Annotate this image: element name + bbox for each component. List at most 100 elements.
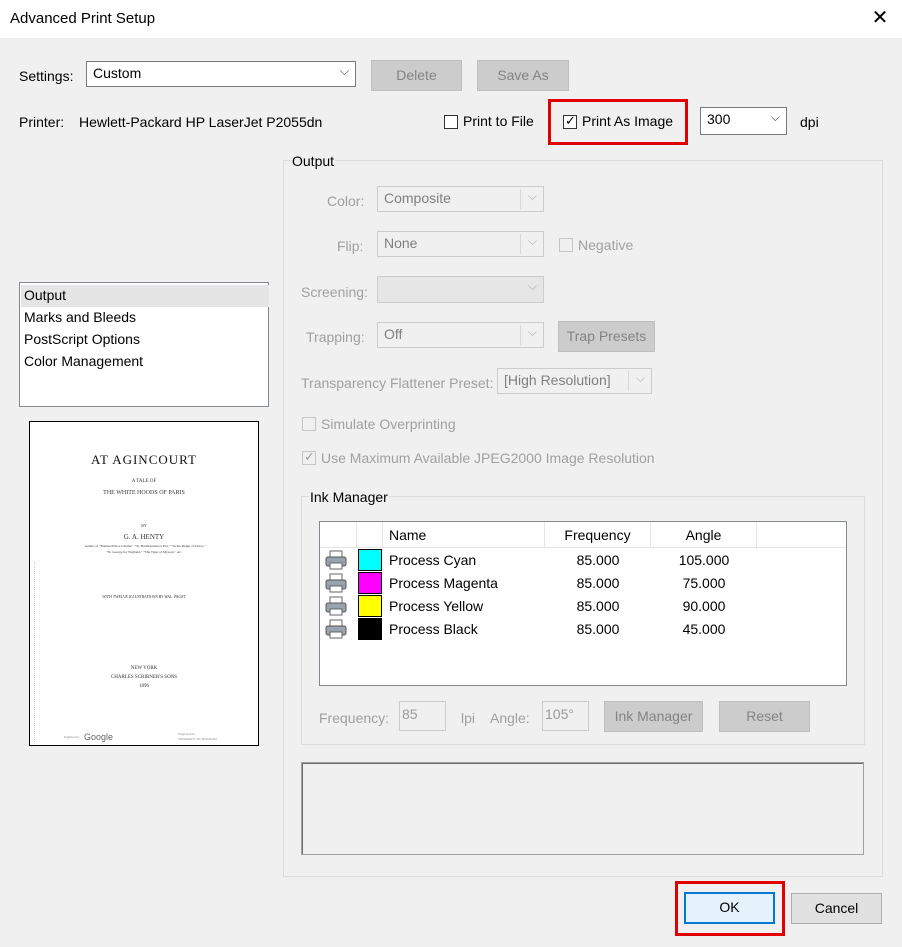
ink-col-frequency[interactable]: Frequency (545, 522, 651, 548)
frequency-field[interactable]: 85 (399, 701, 446, 731)
chevron-down-icon: ⌵ (635, 371, 645, 385)
ink-col-name[interactable]: Name (383, 522, 545, 548)
ink-frequency: 85.000 (576, 552, 620, 568)
ink-frequency: 85.000 (576, 621, 620, 637)
screening-label: Screening: (301, 284, 368, 300)
ink-swatch (358, 595, 382, 617)
ink-row[interactable]: Process Cyan 85.000 105.000 (320, 549, 846, 572)
preview-author: G. A. HENTY (123, 533, 165, 541)
preview-year: 1896 (139, 684, 149, 689)
jpeg2000-checkbox[interactable]: ✓ (302, 449, 316, 465)
nav-item-color-management[interactable]: Color Management (24, 351, 269, 373)
settings-value: Custom (93, 65, 142, 81)
screening-dropdown[interactable]: ⌵ (377, 276, 544, 303)
ink-swatch (358, 572, 382, 594)
dpi-dropdown[interactable]: 300 ⌵ (700, 107, 787, 135)
ink-row[interactable]: Process Black 85.000 45.000 (320, 618, 846, 641)
ink-col-icon (320, 522, 357, 548)
checkmark-icon: ✓ (304, 449, 315, 464)
print-to-file-label: Print to File (463, 113, 534, 129)
preview-margin-mark (34, 562, 39, 742)
preview-by: BY (141, 523, 147, 528)
ink-manager-group-label: Ink Manager (309, 489, 389, 505)
flip-label: Flip: (337, 238, 364, 254)
chevron-down-icon: ⌵ (527, 234, 537, 248)
ink-angle: 105.000 (678, 552, 730, 568)
color-value: Composite (384, 190, 451, 206)
nav-item-output[interactable]: Output (21, 285, 269, 307)
description-box (301, 762, 864, 855)
simulate-overprinting-label: Simulate Overprinting (321, 416, 456, 432)
transparency-flattener-dropdown[interactable]: [High Resolution] ⌵ (497, 368, 652, 394)
preview-subtitle2: THE WHITE HOODS OF PARIS (103, 490, 185, 496)
ink-angle: 90.000 (682, 598, 726, 614)
chevron-down-icon: ⌵ (339, 64, 349, 78)
ink-swatch (358, 549, 382, 571)
trap-presets-button[interactable]: Trap Presets (558, 321, 655, 352)
ink-row[interactable]: Process Magenta 85.000 75.000 (320, 572, 846, 595)
settings-label: Settings: (19, 68, 74, 84)
ink-col-angle[interactable]: Angle (651, 522, 757, 548)
trapping-label: Trapping: (306, 329, 365, 345)
negative-checkbox[interactable] (559, 238, 573, 252)
close-icon[interactable]: ✕ (868, 6, 892, 30)
printer-icon (325, 550, 347, 570)
preview-library1: Original from (178, 732, 196, 736)
ink-row[interactable]: Process Yellow 85.000 90.000 (320, 595, 846, 618)
printer-icon (325, 596, 347, 616)
print-to-file-checkbox[interactable] (444, 115, 458, 129)
delete-button[interactable]: Delete (371, 60, 462, 91)
ink-name: Process Yellow (389, 598, 484, 614)
dpi-label: dpi (800, 114, 819, 130)
print-as-image-label: Print As Image (582, 113, 674, 129)
ink-manager-button[interactable]: Ink Manager (604, 701, 703, 732)
title-bar: Advanced Print Setup ✕ (0, 0, 902, 38)
printer-label: Printer: (19, 114, 65, 130)
ink-table: Name Frequency Angle Process Cyan 85.000… (319, 521, 847, 686)
preview-publisher: CHARLES SCRIBNER'S SONS (110, 675, 178, 680)
checkmark-icon: ✓ (565, 113, 576, 128)
preview-google-prefix: Digitized by (64, 735, 80, 739)
nav-item-marks-and-bleeds[interactable]: Marks and Bleeds (24, 307, 269, 329)
simulate-overprinting-checkbox[interactable] (302, 417, 316, 431)
flip-value: None (384, 235, 418, 251)
chevron-down-icon: ⌵ (527, 325, 537, 339)
angle-field[interactable]: 105° (542, 701, 589, 731)
section-list: Output Marks and Bleeds PostScript Optio… (19, 282, 269, 407)
preview-author-line1: Author of "Bonnie Prince Charlie," "St. … (84, 544, 206, 548)
page-preview: AT AGINCOURT A TALE OF THE WHITE HOODS O… (29, 421, 259, 746)
preview-title: AT AGINCOURT (91, 452, 197, 467)
settings-dropdown[interactable]: Custom ⌵ (86, 61, 356, 87)
angle-label: Angle: (490, 710, 530, 726)
trapping-value: Off (384, 326, 403, 342)
preview-google: Google (84, 732, 114, 742)
nav-item-postscript-options[interactable]: PostScript Options (24, 329, 269, 351)
negative-label: Negative (578, 237, 634, 253)
cancel-button[interactable]: Cancel (791, 893, 882, 924)
save-as-button[interactable]: Save As (477, 60, 569, 91)
chevron-down-icon: ⌵ (770, 110, 780, 124)
print-as-image-checkbox[interactable]: ✓ (563, 113, 577, 129)
preview-library2: UNIVERSITY OF MICHIGAN (178, 737, 217, 741)
lpi-label: lpi (461, 710, 476, 726)
flip-dropdown[interactable]: None ⌵ (377, 231, 544, 257)
preview-author-line2: "St. George for England," "The Tiger of … (106, 550, 182, 554)
ink-swatch (358, 618, 382, 640)
dpi-value: 300 (707, 111, 731, 127)
printer-name: Hewlett-Packard HP LaserJet P2055dn (79, 114, 323, 130)
jpeg2000-label: Use Maximum Available JPEG2000 Image Res… (321, 450, 655, 466)
preview-subtitle1: A TALE OF (131, 479, 157, 484)
color-dropdown[interactable]: Composite ⌵ (377, 186, 544, 212)
ink-col-swatch (357, 522, 383, 548)
printer-icon (325, 619, 347, 639)
color-label: Color: (327, 193, 365, 209)
transparency-flattener-value: [High Resolution] (504, 372, 611, 388)
ink-angle: 75.000 (682, 575, 726, 591)
frequency-label: Frequency: (319, 710, 390, 726)
reset-button[interactable]: Reset (719, 701, 810, 732)
chevron-down-icon: ⌵ (527, 189, 537, 203)
ink-frequency: 85.000 (576, 575, 620, 591)
trapping-dropdown[interactable]: Off ⌵ (377, 322, 544, 348)
ink-name: Process Magenta (389, 575, 498, 591)
ok-button[interactable]: OK (684, 892, 775, 924)
